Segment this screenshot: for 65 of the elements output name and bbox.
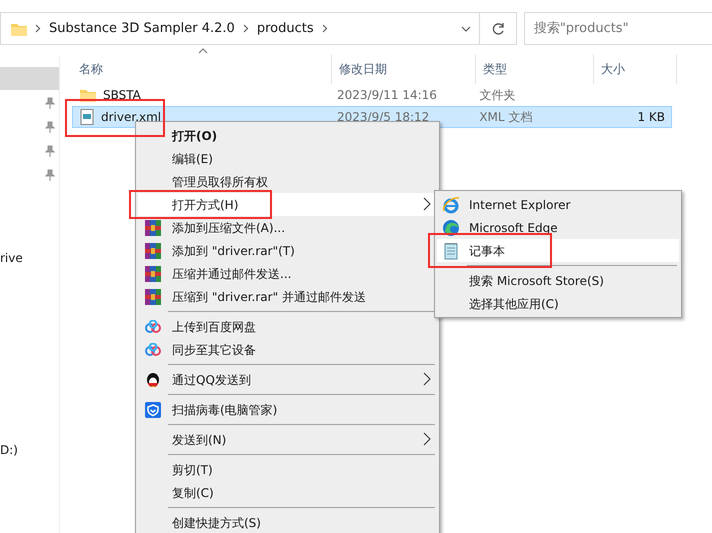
search-field[interactable]: 搜索"products" <box>524 12 712 45</box>
address-bar[interactable]: Substance 3D Sampler 4.2.0 products <box>0 12 480 45</box>
penguin-icon <box>145 371 161 388</box>
menu-item[interactable]: 剪切(T) <box>138 458 437 481</box>
menu-item[interactable]: 编辑(E) <box>138 147 437 170</box>
archive-icon <box>145 288 161 304</box>
pin-icon <box>45 168 55 180</box>
browser-icon <box>442 218 460 236</box>
cloud-icon <box>145 342 161 356</box>
menu-item[interactable]: 创建快捷方式(S) <box>138 511 437 533</box>
table-cell-text: 1 KB <box>636 109 666 126</box>
menu-item[interactable]: 添加到 "driver.rar"(T) <box>138 239 437 262</box>
breadcrumb[interactable]: products <box>256 18 314 38</box>
menu-item[interactable]: 通过QQ发送到 <box>138 368 437 391</box>
table-cell-text: XML 文档 <box>478 109 532 126</box>
menu-item[interactable]: 同步至其它设备 <box>138 338 437 361</box>
archive-icon <box>145 220 161 236</box>
column-header[interactable]: 修改日期 <box>332 54 476 84</box>
menu-item[interactable]: 记事本 <box>437 239 679 262</box>
menu-item[interactable]: 压缩并通过邮件发送... <box>138 262 437 285</box>
nav-item-label[interactable]: rive <box>0 249 23 267</box>
cloud-icon <box>145 320 161 334</box>
refresh-button[interactable] <box>479 12 517 45</box>
menu-item[interactable]: 打开方式(H) <box>138 193 437 216</box>
menu-item[interactable]: 复制(C) <box>138 481 437 504</box>
table-cell-text: 2023/9/5 18:12 <box>336 109 430 126</box>
menu-item[interactable]: 选择其他应用(C) <box>437 292 679 315</box>
archive-icon <box>145 242 161 258</box>
notepad-icon <box>443 242 459 260</box>
dropdown-icon <box>461 26 472 32</box>
browser-icon <box>442 196 460 214</box>
chevron-icon <box>423 432 431 446</box>
menu-item[interactable]: 添加到压缩文件(A)... <box>138 216 437 239</box>
refresh-icon <box>491 22 505 36</box>
menu-item[interactable]: 扫描病毒(电脑管家) <box>138 398 437 421</box>
file-row[interactable]: SBSTA 2023/9/11 14:16 文件夹 <box>72 84 672 106</box>
chevron-icon <box>423 372 431 386</box>
chevron-icon <box>423 197 431 211</box>
pin-icon <box>45 96 55 108</box>
menu-item[interactable]: 上传到百度网盘 <box>138 315 437 338</box>
file-name: SBSTA <box>102 87 141 104</box>
column-header[interactable]: 类型 <box>476 54 594 84</box>
archive-icon <box>145 266 161 282</box>
chevron-icon <box>322 24 328 33</box>
pin-icon <box>45 144 55 156</box>
nav-item-label[interactable]: D:) <box>0 441 18 459</box>
menu-item[interactable]: 发送到(N) <box>138 428 437 451</box>
file-name: driver.xml <box>100 109 162 126</box>
table-cell-text: 2023/9/11 14:16 <box>336 87 437 104</box>
shield-icon <box>145 402 161 418</box>
menu-item[interactable]: 搜索 Microsoft Store(S) <box>437 269 679 292</box>
document-icon <box>80 109 94 125</box>
column-header[interactable]: 大小 <box>594 54 677 84</box>
breadcrumb[interactable]: Substance 3D Sampler 4.2.0 <box>49 18 235 38</box>
menu-item[interactable]: Microsoft Edge <box>437 216 679 239</box>
column-header[interactable]: 名称 <box>72 54 332 84</box>
menu-item[interactable]: 压缩到 "driver.rar" 并通过邮件发送 <box>138 285 437 308</box>
menu-item[interactable]: Internet Explorer <box>437 193 679 216</box>
folder-icon <box>11 22 27 36</box>
menu-item[interactable]: 管理员取得所有权 <box>138 170 437 193</box>
chevron-icon <box>242 24 249 33</box>
sort-icon <box>198 48 208 54</box>
table-cell-text: 文件夹 <box>478 87 516 104</box>
chevron-icon <box>35 24 41 33</box>
pin-icon <box>45 120 55 132</box>
